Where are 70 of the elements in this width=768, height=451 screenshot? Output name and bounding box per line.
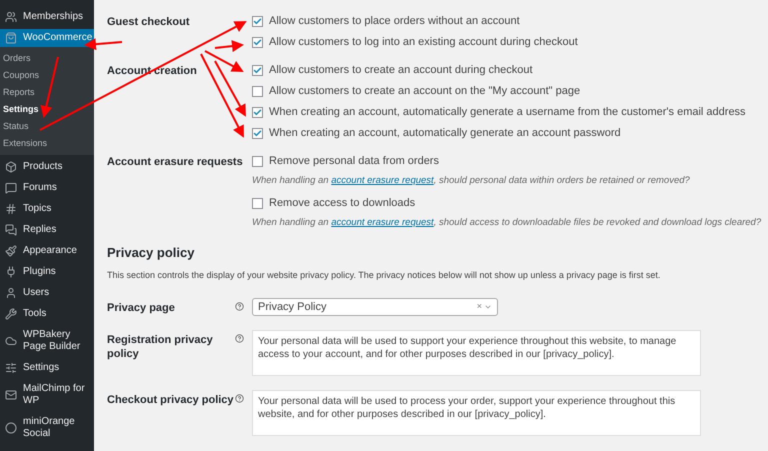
menu-icon: [5, 422, 17, 434]
setting-label: Guest checkout: [107, 15, 191, 30]
menu-icon: [5, 287, 17, 299]
submenu-item[interactable]: Orders: [0, 50, 94, 67]
checkbox[interactable]: [252, 156, 263, 166]
setting-label: Account erasure requests: [107, 155, 244, 170]
section-heading: Privacy policy: [107, 245, 196, 261]
sidebar-item[interactable]: Settings: [0, 359, 94, 377]
menu-icon: [5, 362, 17, 374]
sidebar-item[interactable]: Appearance: [0, 242, 94, 260]
sidebar-item[interactable]: MailChimp for WP: [0, 380, 94, 410]
help-icon: [235, 394, 244, 403]
policy-textarea[interactable]: Your personal data will be used to process your order, support your experience throughout this website, and for other purposes described in our [privacy_policy].: [252, 390, 701, 436]
submenu-item[interactable]: Settings: [0, 101, 94, 118]
menu-icon: [5, 335, 17, 347]
option-label: Remove access to downloads: [269, 196, 416, 210]
checkbox[interactable]: [252, 86, 263, 96]
option-label: Allow customers to create an account during checkout: [269, 63, 533, 77]
menu-icon: [5, 32, 17, 44]
menu-icon: [5, 389, 17, 401]
sidebar-item[interactable]: miniOrange Social: [0, 413, 94, 443]
option-label: When creating an account, automatically generate an account password: [269, 126, 621, 140]
field-label: Checkout privacy policy: [107, 393, 235, 407]
submenu-item[interactable]: Extensions: [0, 135, 94, 152]
menu-icon: [5, 308, 17, 320]
submenu-item[interactable]: Coupons: [0, 67, 94, 84]
section-description: This section controls the display of your website privacy policy. The privacy notices below will not show up unless a privacy page is first set.: [107, 269, 662, 281]
sidebar-item[interactable]: Products: [0, 158, 94, 176]
menu-icon: [5, 161, 17, 173]
checkbox[interactable]: [252, 36, 263, 48]
checkbox[interactable]: [252, 128, 263, 138]
submenu-item[interactable]: Reports: [0, 84, 94, 101]
sidebar-item[interactable]: Topics: [0, 200, 94, 218]
checkbox[interactable]: [252, 198, 263, 208]
sidebar-item[interactable]: Replies: [0, 221, 94, 239]
help-icon: [235, 302, 244, 311]
field-label: Registration privacy policy: [107, 333, 214, 361]
clear-icon[interactable]: ×: [476, 300, 482, 314]
checkbox[interactable]: [252, 64, 263, 76]
option-label: When creating an account, automatically generate a username from the customer's email address: [269, 105, 746, 119]
sidebar-item[interactable]: WPBakery Page Builder: [0, 326, 94, 356]
option-label: Allow customers to create an account on the "My account" page: [269, 84, 580, 98]
caret-icon: [484, 303, 492, 311]
erasure-link[interactable]: account erasure request: [331, 217, 434, 228]
option-description: When handling an account erasure request, should access to downloadable files be revoked and download logs cleared?: [252, 216, 762, 229]
menu-icon: [5, 245, 17, 257]
checkbox[interactable]: [252, 106, 263, 118]
setting-label: Account creation: [107, 64, 198, 79]
submenu-item[interactable]: Status: [0, 118, 94, 135]
sidebar-item[interactable]: Users: [0, 284, 94, 302]
policy-textarea[interactable]: Your personal data will be used to support your experience throughout this website, to manage access to your account, and for other purposes described in our [privacy_policy].: [252, 330, 701, 376]
option-description: When handling an account erasure request, should personal data within orders be retained or removed?: [252, 174, 691, 187]
menu-icon: [5, 203, 17, 215]
help-icon: [235, 334, 244, 343]
privacy-page-select[interactable]: Privacy Policy ×: [252, 298, 498, 316]
checkbox[interactable]: [252, 16, 263, 26]
sidebar-item[interactable]: Memberships: [0, 8, 94, 26]
sidebar-item[interactable]: Tools: [0, 305, 94, 323]
option-label: Remove personal data from orders: [269, 154, 439, 168]
sidebar-item[interactable]: WooCommerce: [0, 29, 94, 47]
erasure-link[interactable]: account erasure request: [331, 175, 434, 186]
menu-icon: [5, 11, 17, 23]
field-label: Privacy page: [107, 301, 176, 315]
sidebar-item[interactable]: Plugins: [0, 263, 94, 281]
sidebar-item[interactable]: Forums: [0, 179, 94, 197]
option-label: Allow customers to log into an existing account during checkout: [269, 35, 578, 49]
option-label: Allow customers to place orders without an account: [269, 14, 520, 28]
menu-icon: [5, 266, 17, 278]
menu-icon: [5, 224, 17, 236]
menu-icon: [5, 182, 17, 194]
